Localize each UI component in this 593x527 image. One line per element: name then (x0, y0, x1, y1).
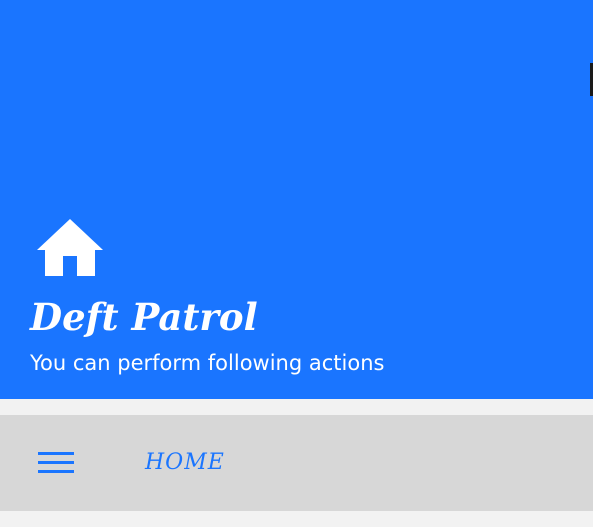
hamburger-menu-icon[interactable] (30, 443, 82, 483)
navigation-bar: HOME (0, 415, 593, 511)
spacer (0, 399, 593, 415)
menu-bar-top (38, 452, 74, 455)
home-icon (37, 219, 103, 276)
app-title: Deft Patrol (30, 295, 258, 339)
header-banner: Deft Patrol You can perform following ac… (0, 0, 593, 399)
menu-bar-middle (38, 461, 74, 464)
menu-bar-bottom (38, 470, 74, 473)
page-background (0, 511, 593, 527)
app-subtitle: You can perform following actions (30, 351, 385, 375)
nav-home-link[interactable]: HOME (145, 448, 225, 478)
